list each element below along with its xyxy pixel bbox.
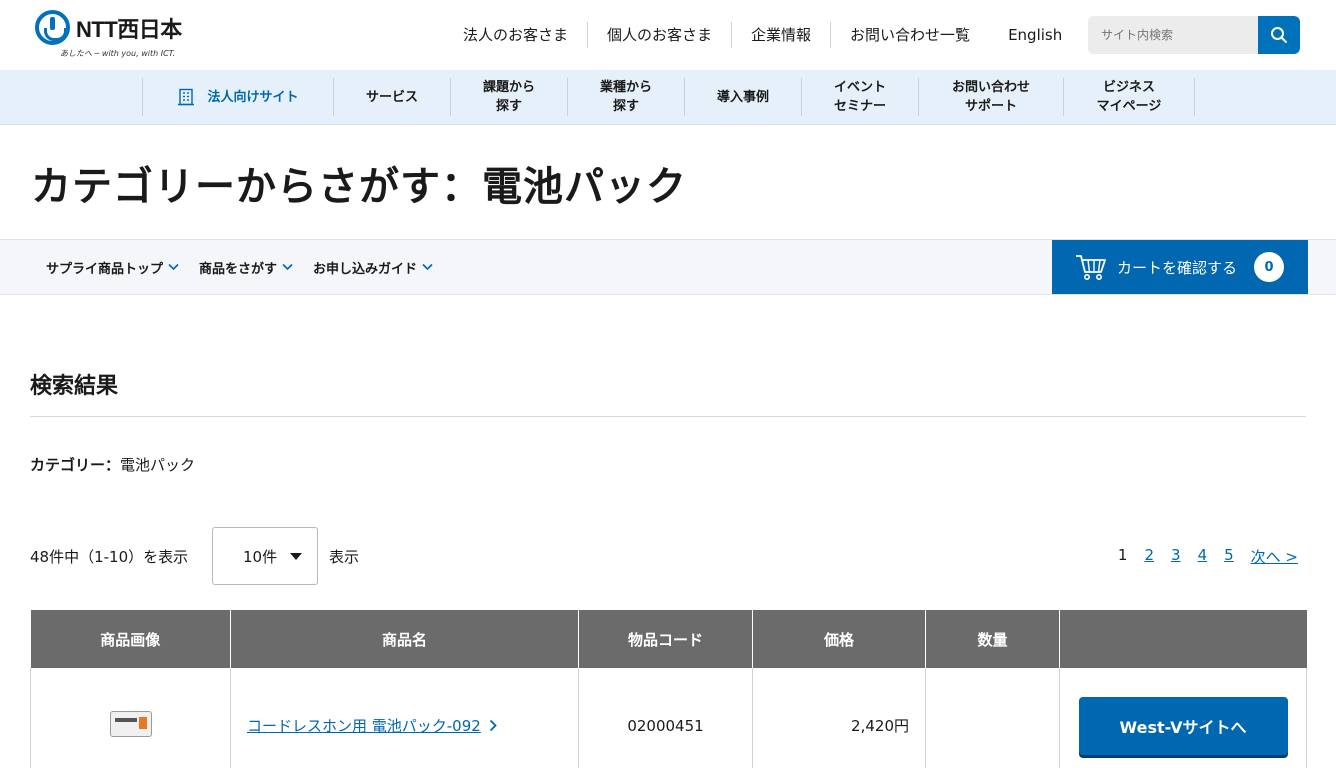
pagination: 1 2 3 4 5 次へ > (1118, 546, 1298, 567)
divider (30, 416, 1306, 417)
col-header-name: 商品名 (230, 610, 579, 668)
ntt-west-logo[interactable]: NTT西日本 あしたへ ─ with you, with ICT. (35, 10, 195, 62)
view-cart-button[interactable]: カートを確認する 0 (1052, 240, 1308, 294)
product-name-cell: コードレスホン用 電池パック-092 (230, 668, 579, 768)
col-header-action (1059, 610, 1307, 668)
logo-tagline: あしたへ ─ with you, with ICT. (60, 49, 176, 58)
category-value: 電池パック (120, 456, 196, 474)
building-icon (178, 88, 195, 106)
search-button[interactable] (1258, 16, 1300, 54)
west-v-site-button[interactable]: West-Vサイトへ (1078, 696, 1288, 755)
subnav-corporate-site[interactable]: 法人向けサイト (142, 78, 334, 116)
product-table: 商品画像 商品名 物品コード 価格 数量 コードレスホン用 電池パック-092 … (30, 610, 1307, 768)
page-link-3[interactable]: 3 (1171, 546, 1181, 567)
product-name-link[interactable]: コードレスホン用 電池パック-092 (247, 717, 481, 735)
subnav-by-issue[interactable]: 課題から 探す (451, 78, 568, 116)
product-action-cell: West-Vサイトへ (1059, 668, 1307, 768)
category-label: カテゴリー： (30, 456, 121, 474)
table-row: コードレスホン用 電池パック-092 02000451 2,420円 West-… (30, 668, 1307, 768)
col-header-code: 物品コード (578, 610, 753, 668)
page-link-5[interactable]: 5 (1224, 546, 1234, 567)
cart-count-badge: 0 (1254, 252, 1284, 282)
page-title: カテゴリーからさがす：電池パック (31, 164, 687, 210)
product-image-cell (30, 668, 231, 768)
page-1-current: 1 (1117, 546, 1128, 564)
site-header: NTT西日本 あしたへ ─ with you, with ICT. 法人のお客さ… (0, 0, 1336, 70)
page-link-2[interactable]: 2 (1144, 546, 1154, 567)
col-header-quantity: 数量 (925, 610, 1060, 668)
product-price: 2,420円 (752, 668, 926, 768)
col-header-price: 価格 (752, 610, 926, 668)
category-filter-line: カテゴリー：電池パック (30, 454, 195, 475)
per-page-suffix: 表示 (329, 548, 360, 566)
subnav-by-industry[interactable]: 業種から 探す (568, 78, 685, 116)
battery-pack-product-image[interactable] (109, 710, 152, 737)
chevron-right-icon (489, 720, 497, 732)
top-nav-company-info[interactable]: 企業情報 (731, 22, 830, 48)
top-nav-contact-list[interactable]: お問い合わせ一覧 (830, 22, 989, 48)
category-subnav: 法人向けサイト サービス 課題から 探す 業種から 探す 導入事例 イベント セ… (0, 70, 1336, 125)
supply-menu-top-label: サプライ商品トップ (46, 261, 164, 277)
chevron-down-icon (168, 263, 179, 271)
top-nav-english[interactable]: English (989, 22, 1081, 48)
cart-label: カートを確認する (1117, 258, 1238, 277)
top-nav-corporate[interactable]: 法人のお客さま (448, 22, 587, 48)
chevron-down-icon (282, 263, 293, 271)
search-input[interactable] (1088, 16, 1258, 54)
supply-menu-search-label: 商品をさがす (199, 261, 278, 277)
subnav-case-studies[interactable]: 導入事例 (685, 78, 802, 116)
subnav-services[interactable]: サービス (334, 78, 451, 116)
per-page-select[interactable]: 10件 (212, 527, 318, 585)
top-nav: 法人のお客さま 個人のお客さま 企業情報 お問い合わせ一覧 English (448, 18, 1081, 52)
subnav-contact-support[interactable]: お問い合わせ サポート (919, 78, 1064, 116)
subnav-events-seminars[interactable]: イベント セミナー (802, 78, 919, 116)
subnav-label: 法人向けサイト (207, 89, 299, 105)
ntt-logo-icon (35, 10, 70, 45)
supply-menu-guide[interactable]: お申し込みガイド (313, 240, 433, 294)
col-header-image: 商品画像 (30, 610, 231, 668)
site-search (1088, 16, 1300, 54)
next-page-link[interactable]: 次へ > (1251, 546, 1298, 567)
dropdown-caret-icon (290, 553, 302, 560)
per-page-value: 10件 (243, 547, 278, 566)
product-quantity-cell (925, 668, 1060, 768)
product-code: 02000451 (578, 668, 753, 768)
chevron-down-icon (422, 263, 433, 271)
table-header-row: 商品画像 商品名 物品コード 価格 数量 (30, 610, 1307, 668)
top-nav-personal[interactable]: 個人のお客さま (587, 22, 731, 48)
supply-menu-top[interactable]: サプライ商品トップ (46, 240, 179, 294)
results-heading: 検索結果 (30, 374, 119, 399)
subnav-business-mypage[interactable]: ビジネス マイページ (1064, 78, 1195, 116)
search-icon (1271, 27, 1287, 43)
supply-menu-search[interactable]: 商品をさがす (199, 240, 293, 294)
page-link-4[interactable]: 4 (1198, 546, 1208, 567)
cart-icon (1076, 255, 1106, 280)
logo-text: NTT西日本 (76, 17, 182, 42)
result-count: 48件中（1-10）を表示 (30, 548, 189, 566)
supply-menu-guide-label: お申し込みガイド (313, 261, 418, 277)
